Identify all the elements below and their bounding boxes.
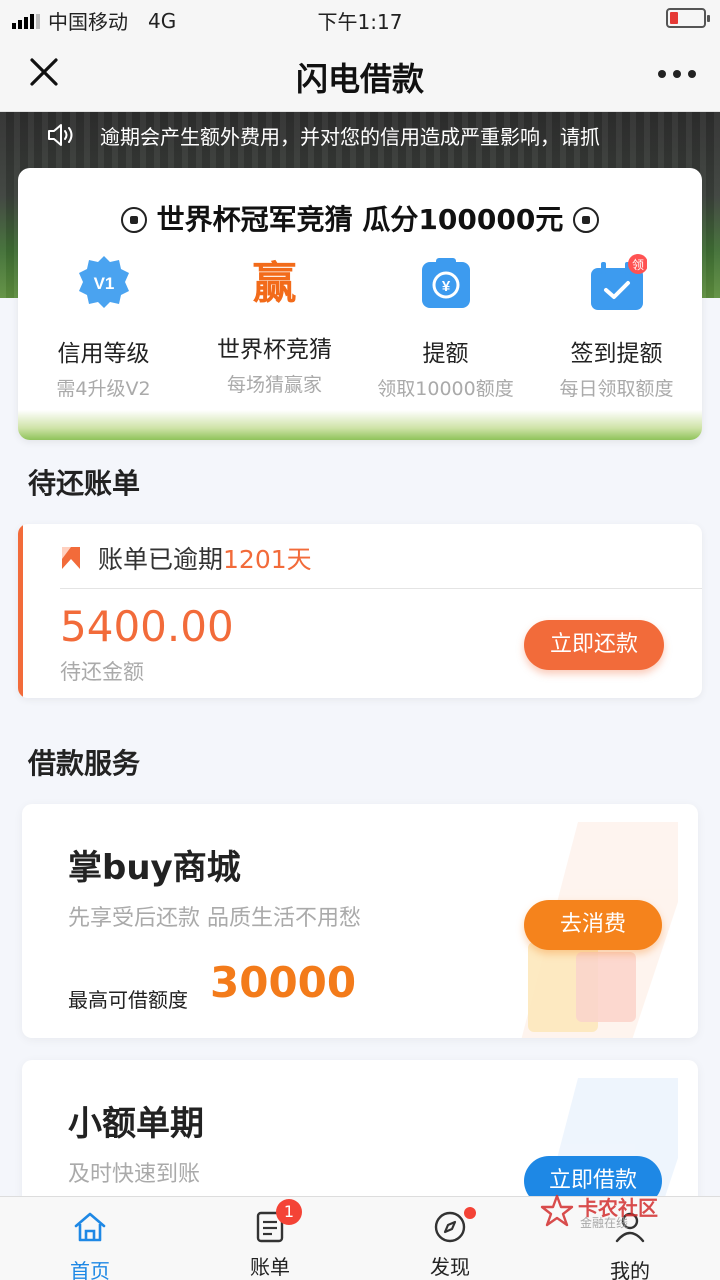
tab-home[interactable]: 首页 bbox=[0, 1197, 180, 1280]
compass-icon-wrapper bbox=[432, 1207, 476, 1245]
bill-icon-wrapper: 1 bbox=[252, 1199, 302, 1245]
promo-card[interactable]: 世界杯冠军竞猜 瓜分100000元 V1 信用等级 需4升级V2 赢 世界杯竞猜… bbox=[18, 168, 702, 440]
notice-bar: 逾期会产生额外费用，并对您的信用造成严重影响，请抓 bbox=[0, 112, 720, 158]
more-icon[interactable] bbox=[658, 70, 696, 78]
compass-icon bbox=[434, 1211, 466, 1243]
promo-item-sub: 需4升级V2 bbox=[56, 378, 151, 400]
flag-icon bbox=[62, 547, 80, 569]
promo-item-sub: 每日领取额度 bbox=[559, 378, 674, 400]
promo-item-sub: 领取10000额度 bbox=[377, 378, 514, 400]
checkin-calendar-icon: 领 bbox=[590, 254, 648, 310]
promo-title: 世界杯冠军竞猜 瓜分100000元 bbox=[18, 198, 702, 238]
promo-item-worldcup[interactable]: 赢 世界杯竞猜 每场猜赢家 bbox=[189, 254, 360, 401]
notification-badge: 1 bbox=[276, 1199, 302, 1225]
service-desc: 先享受后还款 品质生活不用愁 bbox=[68, 906, 361, 931]
pending-bills-title: 待还账单 bbox=[28, 467, 141, 500]
page-title: 闪电借款 bbox=[295, 60, 424, 98]
soccer-ball-icon bbox=[120, 207, 147, 233]
promo-item-checkin[interactable]: 领 签到提额 每日领取额度 bbox=[531, 254, 702, 401]
win-char-icon: 赢 bbox=[252, 258, 297, 309]
bill-card[interactable]: 账单已逾期 1201天 5400.00 待还金额 立即还款 bbox=[18, 524, 702, 698]
nav-bar: 闪电借款 bbox=[0, 36, 720, 112]
max-limit-value: 30000 bbox=[210, 958, 357, 1007]
soccer-ball-icon bbox=[573, 207, 600, 233]
promo-item-credit-level[interactable]: V1 信用等级 需4升级V2 bbox=[18, 254, 189, 401]
promo-title-text: 世界杯冠军竞猜 瓜分100000元 bbox=[156, 203, 564, 236]
promo-item-sub: 每场猜赢家 bbox=[226, 374, 322, 396]
overdue-days: 1201天 bbox=[223, 545, 312, 574]
status-bar: 中国移动 4G 下午1:17 bbox=[0, 0, 720, 36]
service-title: 掌buy商城 bbox=[68, 848, 241, 888]
service-title: 小额单期 bbox=[68, 1104, 204, 1144]
watermark-logo-icon bbox=[540, 1194, 574, 1227]
watermark-sub: 金融在线 bbox=[580, 1216, 629, 1230]
notice-text: 逾期会产生额外费用，并对您的信用造成严重影响，请抓 bbox=[100, 124, 600, 149]
promo-items: V1 信用等级 需4升级V2 赢 世界杯竞猜 每场猜赢家 ¥ 提额 领取1000… bbox=[18, 254, 702, 401]
battery-icon bbox=[666, 8, 710, 28]
tab-label: 我的 bbox=[610, 1259, 650, 1280]
home-icon bbox=[74, 1212, 106, 1242]
service-card-mall[interactable]: 掌buy商城 先享受后还款 品质生活不用愁 最高可借额度 30000 去消费 bbox=[22, 804, 698, 1038]
bill-status: 账单已逾期 1201天 bbox=[60, 540, 312, 576]
new-dot bbox=[464, 1207, 476, 1219]
bill-amount: 5400.00 bbox=[60, 602, 234, 651]
divider bbox=[60, 588, 702, 589]
tab-label: 首页 bbox=[70, 1259, 110, 1280]
promo-item-limit-raise[interactable]: ¥ 提额 领取10000额度 bbox=[360, 254, 531, 401]
watermark: 卡农社区 金融在线 bbox=[540, 1192, 680, 1232]
promo-item-label: 世界杯竞猜 bbox=[217, 337, 332, 363]
v1-badge-text: V1 bbox=[93, 274, 114, 293]
loan-services-title: 借款服务 bbox=[28, 747, 141, 780]
yuan-symbol: ¥ bbox=[441, 278, 450, 295]
claim-badge-text: 领 bbox=[631, 258, 643, 272]
limit-raise-icon: ¥ bbox=[421, 258, 470, 308]
promo-item-label: 提额 bbox=[422, 341, 469, 367]
promo-item-label: 签到提额 bbox=[570, 341, 663, 367]
service-desc: 及时快速到账 bbox=[68, 1162, 201, 1187]
repay-now-button[interactable]: 立即还款 bbox=[524, 620, 664, 670]
v1-badge-icon: V1 bbox=[78, 256, 129, 308]
bill-status-text: 账单已逾期 bbox=[98, 545, 224, 574]
go-shopping-button[interactable]: 去消费 bbox=[524, 900, 662, 950]
speaker-icon bbox=[48, 124, 73, 146]
tab-discover[interactable]: 发现 bbox=[360, 1197, 540, 1280]
clock: 下午1:17 bbox=[317, 10, 403, 34]
tab-label: 发现 bbox=[430, 1255, 470, 1279]
tab-label: 账单 bbox=[250, 1255, 290, 1279]
max-limit-label: 最高可借额度 bbox=[68, 988, 188, 1012]
grass-decoration bbox=[18, 410, 702, 440]
promo-item-label: 信用等级 bbox=[57, 341, 150, 367]
tab-bills[interactable]: 1 账单 bbox=[180, 1197, 360, 1280]
bill-amount-label: 待还金额 bbox=[60, 660, 144, 684]
